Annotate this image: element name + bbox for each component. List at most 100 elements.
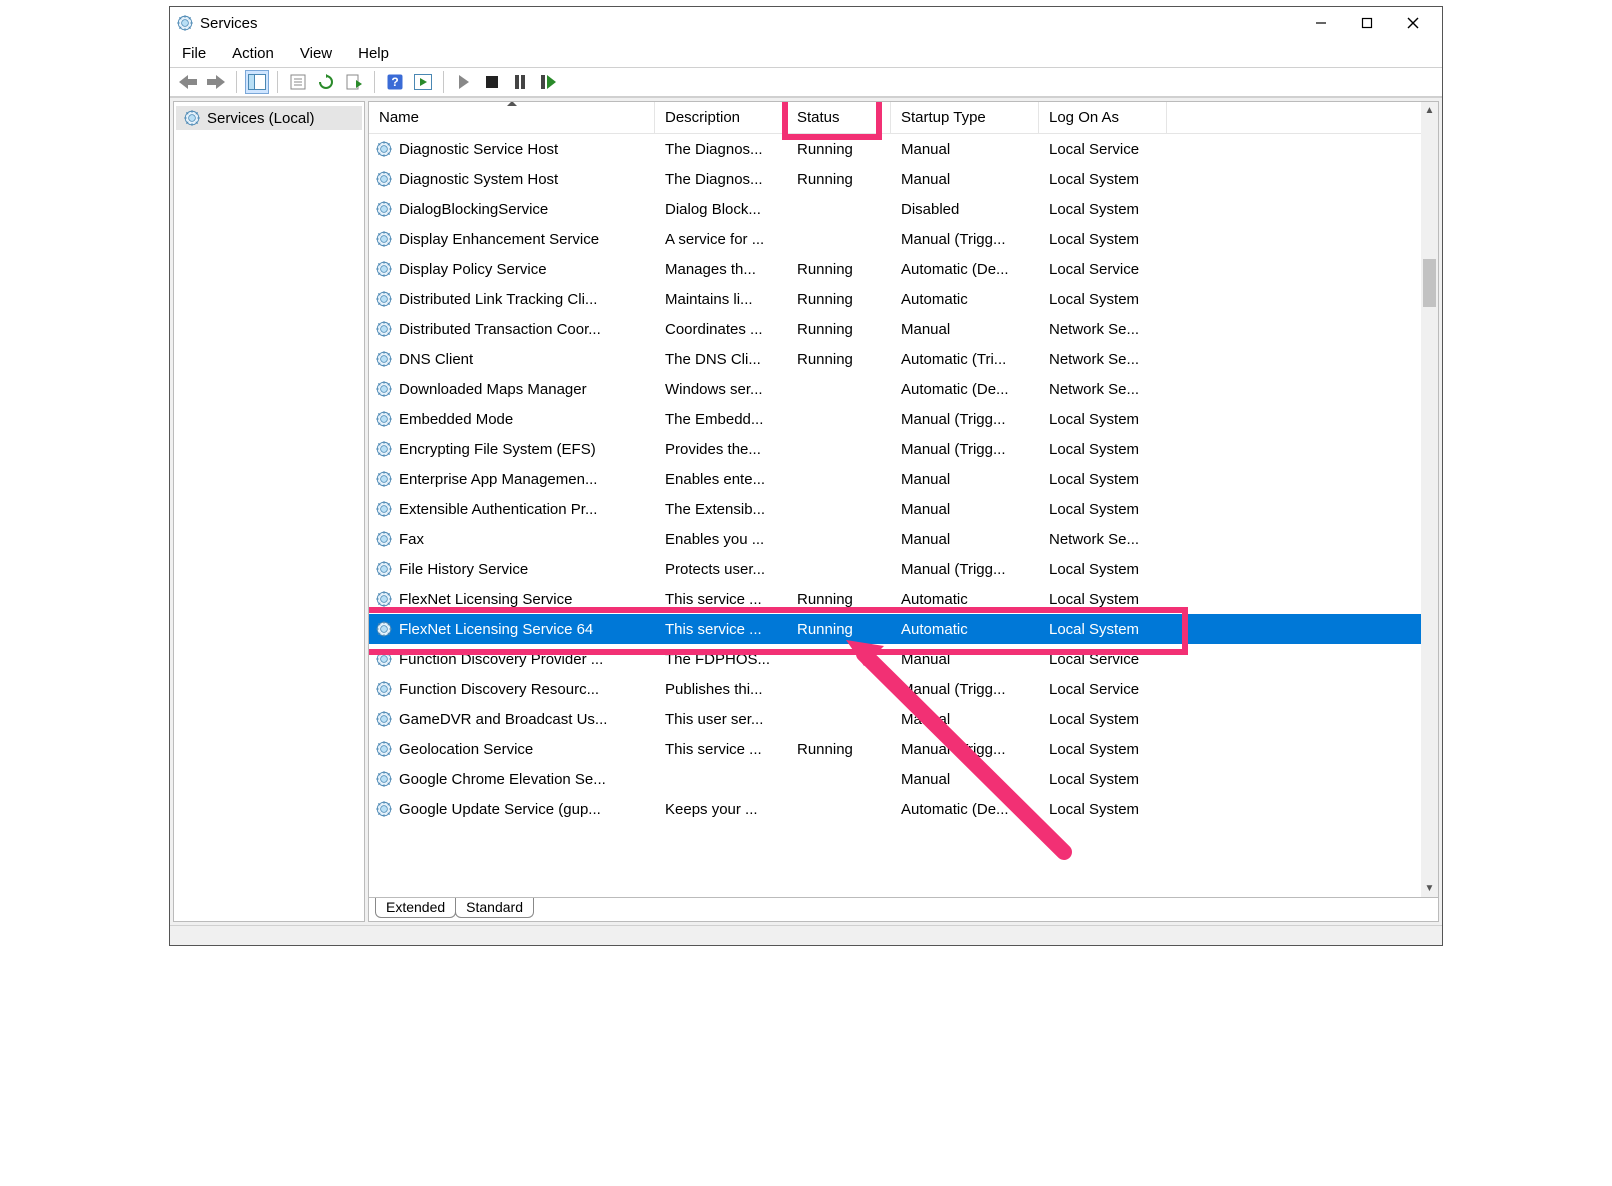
service-icon [375,230,393,248]
stop-service-button[interactable] [480,70,504,94]
scroll-thumb[interactable] [1423,259,1436,307]
cell-description: Windows ser... [655,381,787,398]
tab-extended[interactable]: Extended [375,898,456,918]
tab-standard[interactable]: Standard [455,897,534,918]
cell-description: The FDPHOS... [655,651,787,668]
scroll-down-icon[interactable]: ▼ [1421,880,1438,897]
cell-startup: Automatic [891,621,1039,638]
service-row[interactable]: Display Enhancement ServiceA service for… [369,224,1438,254]
cell-startup: Manual [891,501,1039,518]
cell-startup: Manual (Trigg... [891,561,1039,578]
cell-name: Downloaded Maps Manager [369,380,655,398]
service-row[interactable]: Diagnostic System HostThe Diagnos...Runn… [369,164,1438,194]
service-name: Display Policy Service [399,261,547,278]
cell-name: Enterprise App Managemen... [369,470,655,488]
cell-description: This service ... [655,591,787,608]
minimize-button[interactable] [1298,8,1344,38]
rows-container: Diagnostic Service HostThe Diagnos...Run… [369,134,1438,897]
body: Services (Local) Name Description Status… [170,97,1442,925]
cell-description: The Extensib... [655,501,787,518]
vertical-scrollbar[interactable]: ▲ ▼ [1421,102,1438,897]
column-header-name[interactable]: Name [369,102,655,133]
service-icon [375,260,393,278]
service-icon [375,500,393,518]
forward-button[interactable] [204,70,228,94]
menu-view[interactable]: View [296,43,336,64]
tree-item-services-local[interactable]: Services (Local) [176,106,362,130]
maximize-button[interactable] [1344,8,1390,38]
service-row[interactable]: Function Discovery Provider ...The FDPHO… [369,644,1438,674]
cell-name: Distributed Transaction Coor... [369,320,655,338]
menu-help[interactable]: Help [354,43,393,64]
cell-description: Coordinates ... [655,321,787,338]
show-hide-tree-button[interactable] [245,70,269,94]
cell-startup: Manual [891,651,1039,668]
cell-name: Geolocation Service [369,740,655,758]
cell-status: Running [787,351,891,368]
service-row[interactable]: Display Policy ServiceManages th...Runni… [369,254,1438,284]
service-row[interactable]: Google Update Service (gup...Keeps your … [369,794,1438,824]
service-row[interactable]: Encrypting File System (EFS)Provides the… [369,434,1438,464]
cell-startup: Manual (Trigg... [891,681,1039,698]
cell-logon: Network Se... [1039,351,1167,368]
service-row[interactable]: Distributed Transaction Coor... Coordinat… [369,314,1438,344]
properties-button[interactable] [286,70,310,94]
menu-action[interactable]: Action [228,43,278,64]
service-name: Diagnostic Service Host [399,141,558,158]
service-icon [375,650,393,668]
service-icon [375,620,393,638]
cell-description: Keeps your ... [655,801,787,818]
service-row[interactable]: Embedded ModeThe Embedd...Manual (Trigg.… [369,404,1438,434]
services-window: Services File Action View Help [169,6,1443,946]
service-name: FlexNet Licensing Service 64 [399,621,593,638]
service-row[interactable]: Distributed Link Tracking Cli...Maintain… [369,284,1438,314]
service-row[interactable]: Geolocation ServiceThis service ...Runni… [369,734,1438,764]
pause-service-button[interactable] [508,70,532,94]
close-button[interactable] [1390,8,1436,38]
service-row[interactable]: GameDVR and Broadcast Us...This user ser… [369,704,1438,734]
service-row[interactable]: FlexNet Licensing ServiceThis service ..… [369,584,1438,614]
cell-name: Embedded Mode [369,410,655,428]
service-row[interactable]: Diagnostic Service HostThe Diagnos...Run… [369,134,1438,164]
service-row[interactable]: Google Chrome Elevation Se...ManualLocal… [369,764,1438,794]
service-row[interactable]: FaxEnables you ...ManualNetwork Se... [369,524,1438,554]
export-list-button[interactable] [342,70,366,94]
service-row[interactable]: File History ServiceProtects user...Manu… [369,554,1438,584]
cell-name: DNS Client [369,350,655,368]
action-button[interactable] [411,70,435,94]
column-header-logon[interactable]: Log On As [1039,102,1167,133]
column-header-startup[interactable]: Startup Type [891,102,1039,133]
service-name: Distributed Transaction Coor... [399,321,601,338]
restart-service-button[interactable] [536,70,560,94]
service-name: Google Chrome Elevation Se... [399,771,606,788]
service-row[interactable]: Enterprise App Managemen...Enables ente.… [369,464,1438,494]
menubar: File Action View Help [170,39,1442,67]
cell-name: Function Discovery Resourc... [369,680,655,698]
service-icon [375,320,393,338]
column-header-status[interactable]: Status [787,102,891,133]
service-name: Downloaded Maps Manager [399,381,587,398]
cell-name: FlexNet Licensing Service 64 [369,620,655,638]
cell-logon: Local System [1039,291,1167,308]
service-row[interactable]: Extensible Authentication Pr...The Exten… [369,494,1438,524]
cell-description: Provides the... [655,441,787,458]
help-button[interactable]: ? [383,70,407,94]
column-header-description[interactable]: Description [655,102,787,133]
service-row[interactable]: DNS ClientThe DNS Cli...RunningAutomatic… [369,344,1438,374]
cell-logon: Local System [1039,501,1167,518]
menu-file[interactable]: File [178,43,210,64]
refresh-button[interactable] [314,70,338,94]
back-button[interactable] [176,70,200,94]
service-icon [375,410,393,428]
service-row[interactable]: Function Discovery Resourc...Publishes t… [369,674,1438,704]
cell-description: This service ... [655,621,787,638]
start-service-button[interactable] [452,70,476,94]
service-row[interactable]: Downloaded Maps ManagerWindows ser...Aut… [369,374,1438,404]
service-icon [375,200,393,218]
cell-startup: Automatic (Tri... [891,351,1039,368]
service-row[interactable]: FlexNet Licensing Service 64 This service… [369,614,1438,644]
statusbar [170,925,1442,945]
service-name: Fax [399,531,424,548]
scroll-up-icon[interactable]: ▲ [1421,102,1438,119]
service-row[interactable]: DialogBlockingServiceDialog Block...Disa… [369,194,1438,224]
